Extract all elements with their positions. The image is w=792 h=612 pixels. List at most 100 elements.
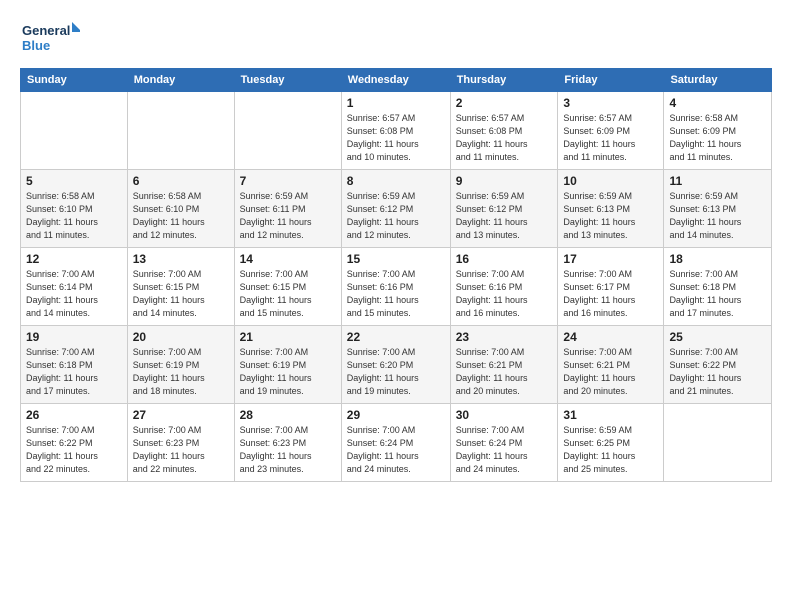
week-row-4: 19 Sunrise: 7:00 AM Sunset: 6:18 PM Dayli… (21, 326, 772, 404)
weekday-header-sunday: Sunday (21, 69, 128, 92)
calendar-cell: 22Sunrise: 7:00 AM Sunset: 6:20 PM Dayli… (341, 326, 450, 404)
calendar-cell: 21Sunrise: 7:00 AM Sunset: 6:19 PM Dayli… (234, 326, 341, 404)
logo-svg: General Blue (20, 18, 80, 58)
calendar-cell: 26Sunrise: 7:00 AM Sunset: 6:22 PM Dayli… (21, 404, 128, 482)
day-info: Sunrise: 7:00 AM Sunset: 6:17 PM Dayligh… (563, 268, 658, 320)
logo: General Blue (20, 18, 80, 58)
weekday-header-saturday: Saturday (664, 69, 772, 92)
calendar-cell: 25Sunrise: 7:00 AM Sunset: 6:22 PM Dayli… (664, 326, 772, 404)
calendar-table: SundayMondayTuesdayWednesdayThursdayFrid… (20, 68, 772, 482)
day-number: 30 (456, 408, 553, 422)
day-info: Sunrise: 7:00 AM Sunset: 6:23 PM Dayligh… (240, 424, 336, 476)
calendar-cell: 12 Sunrise: 7:00 AM Sunset: 6:14 PM Dayli… (21, 248, 128, 326)
page: General Blue SundayMondayTuesdayWednesda… (0, 0, 792, 612)
calendar-cell: 20 Sunrise: 7:00 AM Sunset: 6:19 PM Dayli… (127, 326, 234, 404)
day-info: Sunrise: 7:00 AM Sunset: 6:21 PM Dayligh… (563, 346, 658, 398)
calendar-cell: 23Sunrise: 7:00 AM Sunset: 6:21 PM Dayli… (450, 326, 558, 404)
day-number: 22 (347, 330, 445, 344)
day-number: 3 (563, 96, 658, 110)
calendar-cell: 8 Sunrise: 6:59 AM Sunset: 6:12 PM Daylig… (341, 170, 450, 248)
day-number: 20 (133, 330, 229, 344)
calendar-cell: 30 Sunrise: 7:00 AM Sunset: 6:24 PM Dayli… (450, 404, 558, 482)
day-info: Sunrise: 7:00 AM Sunset: 6:22 PM Dayligh… (26, 424, 122, 476)
calendar-cell: 27 Sunrise: 7:00 AM Sunset: 6:23 PM Dayli… (127, 404, 234, 482)
day-number: 29 (347, 408, 445, 422)
day-info: Sunrise: 6:59 AM Sunset: 6:13 PM Dayligh… (563, 190, 658, 242)
day-number: 19 (26, 330, 122, 344)
header: General Blue (20, 18, 772, 58)
week-row-5: 26Sunrise: 7:00 AM Sunset: 6:22 PM Dayli… (21, 404, 772, 482)
day-info: Sunrise: 6:58 AM Sunset: 6:10 PM Dayligh… (133, 190, 229, 242)
day-number: 6 (133, 174, 229, 188)
day-number: 18 (669, 252, 766, 266)
svg-text:General: General (22, 23, 70, 38)
day-info: Sunrise: 7:00 AM Sunset: 6:24 PM Dayligh… (456, 424, 553, 476)
day-info: Sunrise: 6:59 AM Sunset: 6:11 PM Dayligh… (240, 190, 336, 242)
day-info: Sunrise: 7:00 AM Sunset: 6:23 PM Dayligh… (133, 424, 229, 476)
day-info: Sunrise: 7:00 AM Sunset: 6:18 PM Dayligh… (669, 268, 766, 320)
day-number: 8 (347, 174, 445, 188)
calendar-cell: 24 Sunrise: 7:00 AM Sunset: 6:21 PM Dayli… (558, 326, 664, 404)
day-number: 11 (669, 174, 766, 188)
calendar-cell: 2 Sunrise: 6:57 AM Sunset: 6:08 PM Daylig… (450, 92, 558, 170)
calendar-cell: 31 Sunrise: 6:59 AM Sunset: 6:25 PM Dayli… (558, 404, 664, 482)
day-info: Sunrise: 6:57 AM Sunset: 6:09 PM Dayligh… (563, 112, 658, 164)
weekday-header-friday: Friday (558, 69, 664, 92)
weekday-header-monday: Monday (127, 69, 234, 92)
day-info: Sunrise: 6:59 AM Sunset: 6:12 PM Dayligh… (347, 190, 445, 242)
day-info: Sunrise: 6:58 AM Sunset: 6:09 PM Dayligh… (669, 112, 766, 164)
calendar-cell: 1Sunrise: 6:57 AM Sunset: 6:08 PM Daylig… (341, 92, 450, 170)
day-info: Sunrise: 7:00 AM Sunset: 6:19 PM Dayligh… (240, 346, 336, 398)
day-number: 31 (563, 408, 658, 422)
week-row-2: 5 Sunrise: 6:58 AM Sunset: 6:10 PM Daylig… (21, 170, 772, 248)
calendar-cell: 19 Sunrise: 7:00 AM Sunset: 6:18 PM Dayli… (21, 326, 128, 404)
calendar-cell (664, 404, 772, 482)
day-info: Sunrise: 6:59 AM Sunset: 6:13 PM Dayligh… (669, 190, 766, 242)
calendar-cell: 3 Sunrise: 6:57 AM Sunset: 6:09 PM Daylig… (558, 92, 664, 170)
calendar-cell: 17 Sunrise: 7:00 AM Sunset: 6:17 PM Dayli… (558, 248, 664, 326)
calendar-cell: 5 Sunrise: 6:58 AM Sunset: 6:10 PM Daylig… (21, 170, 128, 248)
weekday-header-row: SundayMondayTuesdayWednesdayThursdayFrid… (21, 69, 772, 92)
day-info: Sunrise: 7:00 AM Sunset: 6:24 PM Dayligh… (347, 424, 445, 476)
calendar-cell: 29 Sunrise: 7:00 AM Sunset: 6:24 PM Dayli… (341, 404, 450, 482)
day-number: 4 (669, 96, 766, 110)
calendar-cell: 7 Sunrise: 6:59 AM Sunset: 6:11 PM Daylig… (234, 170, 341, 248)
day-number: 9 (456, 174, 553, 188)
day-info: Sunrise: 6:59 AM Sunset: 6:25 PM Dayligh… (563, 424, 658, 476)
day-info: Sunrise: 7:00 AM Sunset: 6:21 PM Dayligh… (456, 346, 553, 398)
calendar-cell: 14Sunrise: 7:00 AM Sunset: 6:15 PM Dayli… (234, 248, 341, 326)
day-number: 28 (240, 408, 336, 422)
week-row-3: 12 Sunrise: 7:00 AM Sunset: 6:14 PM Dayli… (21, 248, 772, 326)
weekday-header-thursday: Thursday (450, 69, 558, 92)
day-info: Sunrise: 7:00 AM Sunset: 6:14 PM Dayligh… (26, 268, 122, 320)
day-number: 2 (456, 96, 553, 110)
day-number: 7 (240, 174, 336, 188)
weekday-header-wednesday: Wednesday (341, 69, 450, 92)
day-number: 10 (563, 174, 658, 188)
day-number: 5 (26, 174, 122, 188)
day-number: 12 (26, 252, 122, 266)
day-info: Sunrise: 7:00 AM Sunset: 6:18 PM Dayligh… (26, 346, 122, 398)
day-info: Sunrise: 7:00 AM Sunset: 6:16 PM Dayligh… (456, 268, 553, 320)
calendar-cell (21, 92, 128, 170)
day-number: 27 (133, 408, 229, 422)
day-info: Sunrise: 6:58 AM Sunset: 6:10 PM Dayligh… (26, 190, 122, 242)
calendar-cell: 13 Sunrise: 7:00 AM Sunset: 6:15 PM Dayli… (127, 248, 234, 326)
day-info: Sunrise: 7:00 AM Sunset: 6:15 PM Dayligh… (133, 268, 229, 320)
calendar-cell: 6 Sunrise: 6:58 AM Sunset: 6:10 PM Daylig… (127, 170, 234, 248)
calendar-cell: 11 Sunrise: 6:59 AM Sunset: 6:13 PM Dayli… (664, 170, 772, 248)
day-number: 17 (563, 252, 658, 266)
day-number: 24 (563, 330, 658, 344)
day-number: 1 (347, 96, 445, 110)
calendar-cell: 4 Sunrise: 6:58 AM Sunset: 6:09 PM Daylig… (664, 92, 772, 170)
week-row-1: 1 Sunrise: 6:57 AM Sunset: 6:08 PM Daylig… (21, 92, 772, 170)
calendar-cell: 9Sunrise: 6:59 AM Sunset: 6:12 PM Daylig… (450, 170, 558, 248)
day-info: Sunrise: 6:57 AM Sunset: 6:08 PM Dayligh… (456, 112, 553, 164)
calendar-cell: 18 Sunrise: 7:00 AM Sunset: 6:18 PM Dayli… (664, 248, 772, 326)
calendar-cell: 16Sunrise: 7:00 AM Sunset: 6:16 PM Dayli… (450, 248, 558, 326)
calendar-cell (127, 92, 234, 170)
calendar-cell (234, 92, 341, 170)
day-info: Sunrise: 7:00 AM Sunset: 6:19 PM Dayligh… (133, 346, 229, 398)
day-number: 13 (133, 252, 229, 266)
calendar-cell: 10 Sunrise: 6:59 AM Sunset: 6:13 PM Dayli… (558, 170, 664, 248)
